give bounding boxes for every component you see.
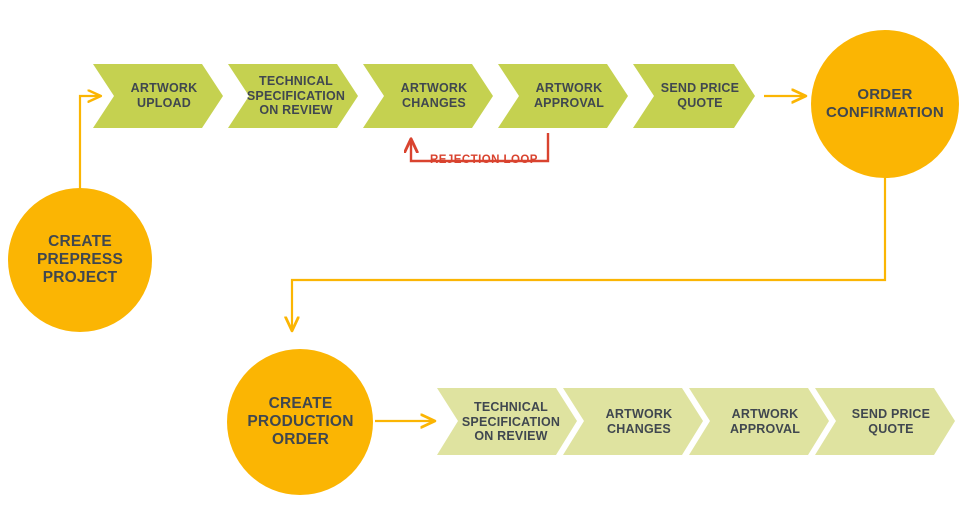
chevron-technical-specification-on-review-2[interactable] (437, 388, 577, 455)
chevron-send-price-quote-2[interactable] (815, 388, 955, 455)
chevron-artwork-approval-2[interactable] (689, 388, 829, 455)
chevron-technical-specification-on-review[interactable] (228, 64, 358, 128)
chevron-row-top (93, 64, 755, 128)
diagram-canvas (8, 30, 959, 495)
rejection-loop-path (411, 133, 550, 163)
circle-create-production-order[interactable] (227, 349, 373, 495)
chevron-row-bottom (437, 388, 955, 455)
workflow-diagram: CREATE PREPRESS PROJECT ORDER CONFIRMATI… (0, 0, 960, 520)
chevron-artwork-changes[interactable] (363, 64, 493, 128)
chevron-artwork-changes-2[interactable] (563, 388, 703, 455)
chevron-artwork-upload[interactable] (93, 64, 223, 128)
connector-prepress-to-artwork-upload (78, 96, 100, 190)
chevron-send-price-quote[interactable] (633, 64, 755, 128)
circle-order-confirmation[interactable] (811, 30, 959, 178)
circle-create-prepress-project[interactable] (8, 188, 152, 332)
connector-order-confirmation-to-production-order (292, 178, 887, 330)
chevron-artwork-approval[interactable] (498, 64, 628, 128)
